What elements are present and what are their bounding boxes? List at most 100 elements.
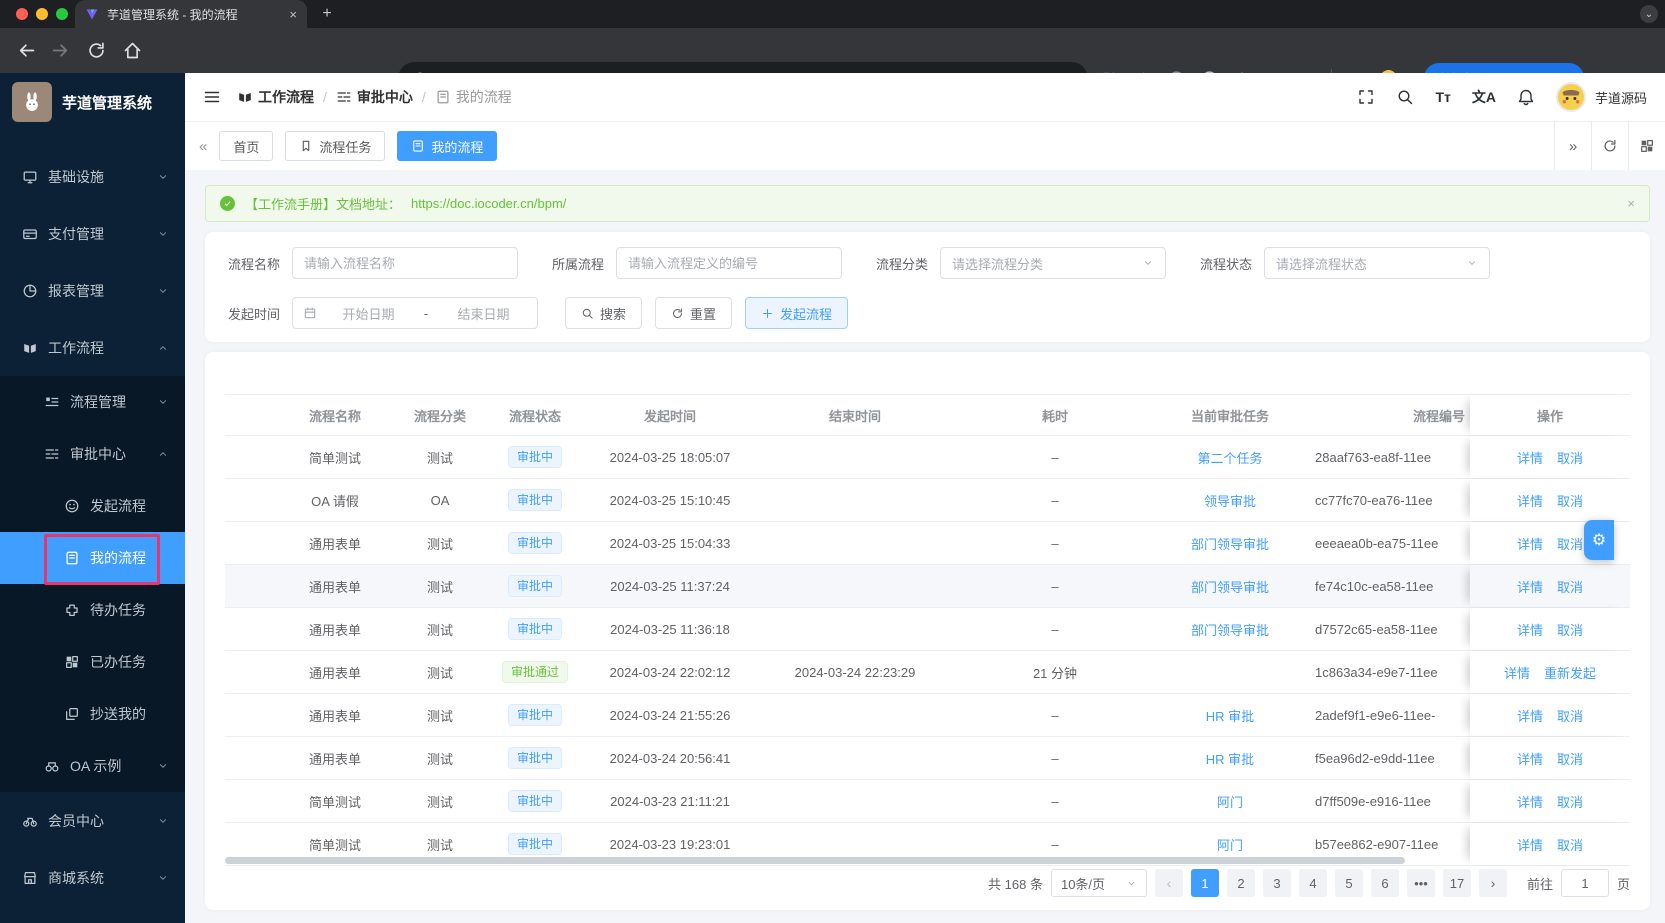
page-size-select[interactable]: 10条/页 <box>1050 869 1147 897</box>
sidebar-item-todo-tasks[interactable]: 待办任务 <box>0 584 185 636</box>
tab-options-grid-icon[interactable] <box>1628 122 1665 170</box>
page-button-4[interactable]: 4 <box>1298 869 1327 897</box>
fullscreen-icon[interactable] <box>1357 88 1375 106</box>
cancel-link[interactable]: 取消 <box>1557 620 1583 639</box>
tab-process-tasks[interactable]: 流程任务 <box>285 131 386 161</box>
sidebar-item-infrastructure[interactable]: 基础设施 <box>0 148 185 205</box>
pager-ellipsis[interactable]: ••• <box>1406 869 1435 897</box>
current-task-link[interactable]: 阿门 <box>1217 792 1243 811</box>
monitor-icon <box>22 169 38 185</box>
status-badge: 审批通过 <box>501 661 568 683</box>
detail-link[interactable]: 详情 <box>1517 448 1543 467</box>
detail-link[interactable]: 详情 <box>1517 577 1543 596</box>
current-task-link[interactable]: 部门领导审批 <box>1191 534 1269 553</box>
shop-icon <box>22 870 38 886</box>
page-button-1[interactable]: 1 <box>1190 869 1219 897</box>
minimize-window-button[interactable] <box>36 8 48 20</box>
detail-link[interactable]: 详情 <box>1517 706 1543 725</box>
forward-button[interactable] <box>50 40 71 61</box>
sidebar-item-mall-system[interactable]: 商城系统 <box>0 849 185 906</box>
current-task-link[interactable]: 第二个任务 <box>1197 448 1262 467</box>
detail-link[interactable]: 详情 <box>1517 792 1543 811</box>
process-name-input[interactable] <box>292 247 518 279</box>
search-icon[interactable] <box>1396 88 1414 106</box>
back-button[interactable] <box>16 40 37 61</box>
prev-page-button[interactable]: ‹ <box>1154 869 1183 897</box>
sidebar-item-cc-to-me[interactable]: 抄送我的 <box>0 688 185 740</box>
page-button-3[interactable]: 3 <box>1262 869 1291 897</box>
home-button[interactable] <box>122 40 143 61</box>
detail-link[interactable]: 详情 <box>1517 534 1543 553</box>
cancel-link[interactable]: 取消 <box>1557 491 1583 510</box>
next-page-button[interactable]: › <box>1478 869 1507 897</box>
tab-search-button[interactable]: ⌄ <box>1640 5 1658 23</box>
scroll-tabs-right-icon[interactable]: » <box>1554 122 1591 170</box>
process-status-select[interactable]: 请选择流程状态 <box>1264 247 1490 279</box>
font-size-icon[interactable]: Tт <box>1435 89 1450 105</box>
settings-drawer-button[interactable]: ⚙ <box>1584 520 1614 560</box>
create-process-button[interactable]: 发起流程 <box>745 297 849 329</box>
process-category-select[interactable]: 请选择流程分类 <box>940 247 1166 279</box>
alert-close-icon[interactable]: × <box>1627 196 1635 211</box>
notification-bell-icon[interactable] <box>1517 88 1535 106</box>
page-button-2[interactable]: 2 <box>1226 869 1255 897</box>
close-window-button[interactable] <box>16 8 28 20</box>
tab-close-icon[interactable]: × <box>289 7 297 22</box>
username-text[interactable]: 芋道源码 <box>1595 88 1647 107</box>
sidebar-item-payment[interactable]: 支付管理 <box>0 205 185 262</box>
sidebar-item-oa-example[interactable]: OA 示例 <box>0 740 185 792</box>
current-task-link[interactable]: HR 审批 <box>1206 749 1254 768</box>
page-button-6[interactable]: 6 <box>1370 869 1399 897</box>
scroll-tabs-left-icon[interactable]: « <box>199 138 207 155</box>
current-task-link[interactable]: 部门领导审批 <box>1191 620 1269 639</box>
page-button-5[interactable]: 5 <box>1334 869 1363 897</box>
page-goto-input[interactable] <box>1560 869 1609 897</box>
detail-link[interactable]: 详情 <box>1517 749 1543 768</box>
sidebar-item-done-tasks[interactable]: 已办任务 <box>0 636 185 688</box>
page-button-17[interactable]: 17 <box>1442 869 1471 897</box>
sidebar-item-member-center[interactable]: 会员中心 <box>0 792 185 849</box>
reset-button[interactable]: 重置 <box>655 297 733 329</box>
manual-link[interactable]: https://doc.iocoder.cn/bpm/ <box>411 196 566 211</box>
sidebar-item-initiate-process[interactable]: 发起流程 <box>0 480 185 532</box>
detail-link[interactable]: 详情 <box>1504 663 1530 682</box>
current-task-link[interactable]: HR 审批 <box>1206 706 1254 725</box>
tab-home[interactable]: 首页 <box>219 131 274 161</box>
current-task-link[interactable]: 阿门 <box>1217 835 1243 854</box>
search-button[interactable]: 搜索 <box>565 297 643 329</box>
maximize-window-button[interactable] <box>56 8 68 20</box>
date-range-picker[interactable]: 开始日期 - 结束日期 <box>292 297 538 329</box>
app-logo-row[interactable]: 芋道管理系统 <box>0 73 185 131</box>
new-tab-button[interactable]: + <box>316 3 338 25</box>
cancel-link[interactable]: 取消 <box>1557 835 1583 854</box>
breadcrumb-item-workflow[interactable]: 工作流程 <box>237 87 314 107</box>
cancel-link[interactable]: 取消 <box>1557 706 1583 725</box>
cancel-link[interactable]: 取消 <box>1557 792 1583 811</box>
browser-tab[interactable]: 芋道管理系统 - 我的流程 × <box>75 0 307 28</box>
breadcrumb-item-approval-center[interactable]: 审批中心 <box>336 87 413 107</box>
language-icon[interactable]: 文A <box>1472 87 1496 107</box>
detail-link[interactable]: 详情 <box>1517 620 1543 639</box>
refresh-page-icon[interactable] <box>1591 122 1628 170</box>
start-time-cell: 2024-03-25 11:37:24 <box>610 578 730 594</box>
detail-link[interactable]: 详情 <box>1517 835 1543 854</box>
process-definition-input[interactable] <box>616 247 842 279</box>
cancel-link[interactable]: 取消 <box>1557 534 1583 553</box>
cancel-link[interactable]: 重新发起 <box>1544 663 1596 682</box>
sidebar-item-reports[interactable]: 报表管理 <box>0 262 185 319</box>
horizontal-scrollbar-thumb[interactable] <box>225 857 1405 864</box>
collapse-sidebar-icon[interactable] <box>203 88 221 106</box>
user-avatar[interactable] <box>1555 82 1586 112</box>
current-task-link[interactable]: 部门领导审批 <box>1191 577 1269 596</box>
sidebar-item-workflow[interactable]: 工作流程 <box>0 319 185 376</box>
reload-button[interactable] <box>86 40 107 61</box>
cancel-link[interactable]: 取消 <box>1557 577 1583 596</box>
tab-my-process[interactable]: 我的流程 <box>397 131 498 161</box>
sidebar-item-my-process[interactable]: 我的流程 <box>0 532 185 585</box>
detail-link[interactable]: 详情 <box>1517 491 1543 510</box>
cancel-link[interactable]: 取消 <box>1557 749 1583 768</box>
sidebar-item-approval-center[interactable]: 审批中心 <box>0 428 185 480</box>
current-task-link[interactable]: 领导审批 <box>1204 491 1256 510</box>
cancel-link[interactable]: 取消 <box>1557 448 1583 467</box>
sidebar-item-process-management[interactable]: 流程管理 <box>0 376 185 428</box>
